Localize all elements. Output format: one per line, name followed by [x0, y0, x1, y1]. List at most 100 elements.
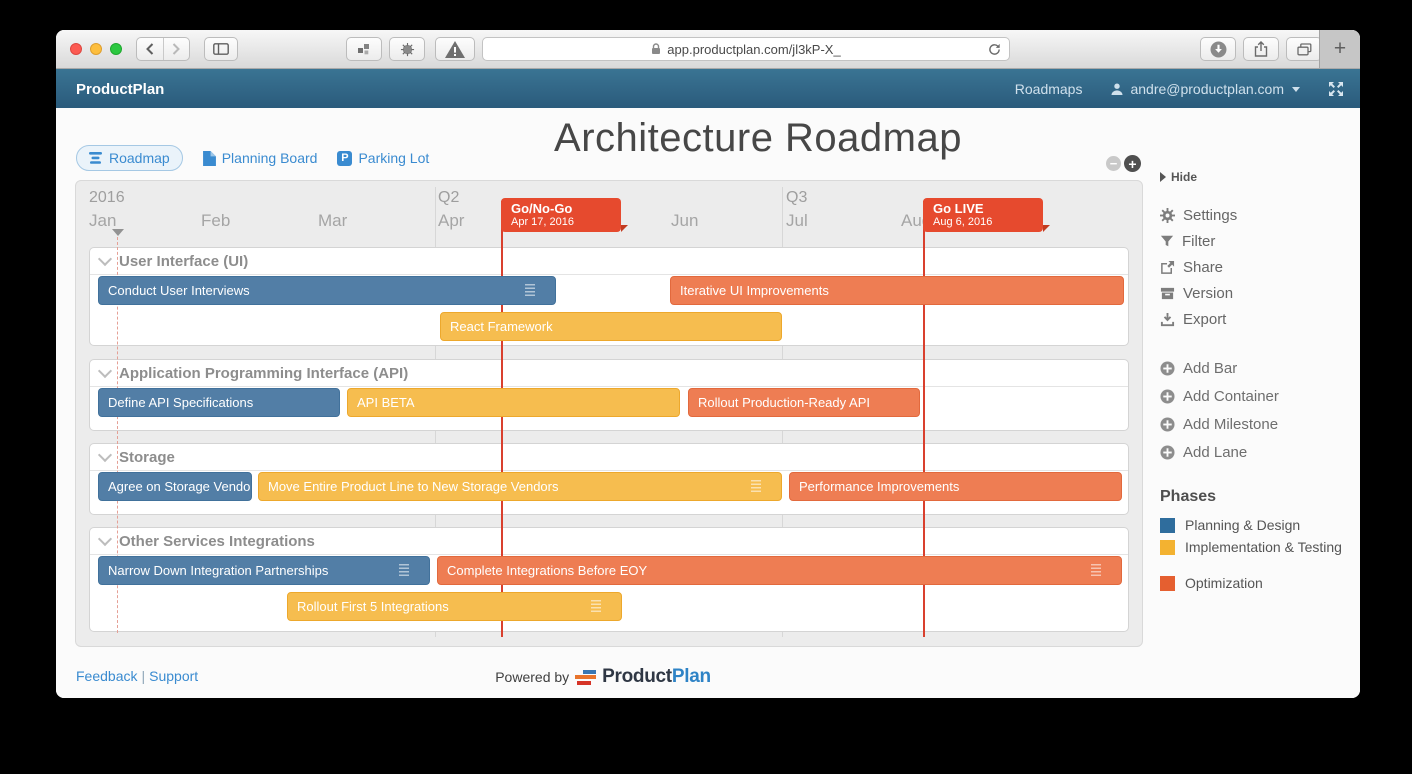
roadmap-bar[interactable]: Narrow Down Integration Partnerships	[98, 556, 430, 585]
fullscreen-button[interactable]	[1328, 81, 1344, 97]
tabs-icon	[1297, 43, 1312, 56]
sidebar-item-label: Export	[1183, 311, 1226, 328]
version-icon	[1160, 286, 1175, 301]
chevron-down-icon[interactable]	[98, 251, 112, 265]
user-menu[interactable]: andre@productplan.com	[1110, 81, 1300, 97]
sidebar-toggle-button[interactable]	[204, 37, 238, 61]
sidebar-item-add-lane[interactable]: Add Lane	[1160, 438, 1279, 466]
plus-circle-icon	[1160, 445, 1175, 460]
lane-title: Other Services Integrations	[119, 533, 315, 550]
sidebar-item-add-container[interactable]: Add Container	[1160, 382, 1279, 410]
bug-icon	[400, 42, 415, 57]
window-controls	[70, 43, 122, 55]
share-page-button[interactable]	[1243, 37, 1279, 61]
expand-arrows-icon	[1328, 81, 1344, 97]
brand-logo[interactable]: ProductPlan	[76, 81, 164, 98]
sidebar-item-label: Version	[1183, 285, 1233, 302]
page-title: Architecture Roadmap	[493, 116, 1023, 161]
roadmap-bar[interactable]: Iterative UI Improvements	[670, 276, 1124, 305]
today-marker-icon	[112, 229, 124, 236]
roadmap-bar[interactable]: Rollout Production-Ready API	[688, 388, 920, 417]
view-tabs: Roadmap Planning Board P Parking Lot	[76, 145, 429, 171]
sidebar-item-filter[interactable]: Filter	[1160, 228, 1237, 254]
drag-grip-icon[interactable]	[591, 600, 601, 613]
sidebar-item-label: Add Lane	[1183, 444, 1247, 461]
lane: Application Programming Interface (API) D…	[89, 359, 1129, 431]
productplan-wordmark: ProductPlan	[602, 666, 711, 688]
nav-roadmaps-link[interactable]: Roadmaps	[1015, 81, 1083, 97]
drag-grip-icon[interactable]	[1091, 564, 1101, 577]
lock-icon	[651, 43, 661, 55]
forward-button[interactable]	[164, 38, 190, 60]
planning-board-icon	[203, 151, 216, 166]
back-button[interactable]	[137, 38, 164, 60]
roadmap-icon	[89, 152, 103, 164]
lane: Other Services Integrations Narrow Down I…	[89, 527, 1129, 632]
milestone-flag[interactable]: Go LIVEAug 6, 2016	[923, 198, 1043, 232]
powered-by[interactable]: Powered by ProductPlan	[56, 666, 1150, 688]
zoom-window-button[interactable]	[110, 43, 122, 55]
downloads-button[interactable]	[1200, 37, 1236, 61]
minimize-window-button[interactable]	[90, 43, 102, 55]
roadmap-bar[interactable]: React Framework	[440, 312, 782, 341]
milestone-date: Aug 6, 2016	[933, 216, 1033, 229]
legend-item: Implementation & Testing	[1160, 536, 1342, 558]
drag-grip-icon[interactable]	[525, 284, 535, 297]
gear-icon	[1160, 208, 1175, 223]
roadmap-bar[interactable]: Conduct User Interviews	[98, 276, 556, 305]
sidebar-item-share[interactable]: Share	[1160, 254, 1237, 280]
parking-lot-icon: P	[337, 151, 352, 166]
sidebar-item-version[interactable]: Version	[1160, 280, 1237, 306]
extension-warning-button[interactable]	[435, 37, 475, 61]
legend-swatch	[1160, 540, 1175, 555]
zoom-in-button[interactable]: +	[1124, 155, 1141, 172]
phases-title: Phases	[1160, 488, 1342, 506]
roadmap-bar[interactable]: Move Entire Product Line to New Storage …	[258, 472, 782, 501]
drag-grip-icon[interactable]	[751, 480, 761, 493]
milestone-flag[interactable]: Go/No-GoApr 17, 2016	[501, 198, 621, 232]
history-nav-buttons	[136, 37, 190, 61]
reload-button[interactable]	[988, 43, 1001, 56]
roadmap-bar[interactable]: Rollout First 5 Integrations	[287, 592, 622, 621]
quarter-label: Q2	[438, 189, 459, 207]
chevron-down-icon[interactable]	[98, 531, 112, 545]
sidebar-item-add-bar[interactable]: Add Bar	[1160, 354, 1279, 382]
chevron-down-icon[interactable]	[98, 363, 112, 377]
roadmap-bar[interactable]: Performance Improvements	[789, 472, 1122, 501]
tab-roadmap[interactable]: Roadmap	[76, 145, 183, 171]
chevron-down-icon[interactable]	[98, 447, 112, 461]
tab-overview-button[interactable]	[1286, 37, 1322, 61]
new-tab-button[interactable]: +	[1319, 30, 1360, 68]
lane-header: Other Services Integrations	[90, 528, 1128, 555]
tab-planning-board[interactable]: Planning Board	[203, 150, 318, 166]
sidebar-item-add-milestone[interactable]: Add Milestone	[1160, 410, 1279, 438]
extension-squares-button[interactable]	[346, 37, 382, 61]
roadmap-bar[interactable]: Agree on Storage Vendo	[98, 472, 252, 501]
legend-item: Planning & Design	[1160, 514, 1342, 536]
lane-title: Application Programming Interface (API)	[119, 365, 408, 382]
month-label: Mar	[318, 211, 347, 231]
drag-grip-icon[interactable]	[399, 564, 409, 577]
roadmap-bar[interactable]: Define API Specifications	[98, 388, 340, 417]
sidebar-item-export[interactable]: Export	[1160, 306, 1237, 332]
sidebar-item-settings[interactable]: Settings	[1160, 202, 1237, 228]
lane: User Interface (UI)Conduct User Intervie…	[89, 247, 1129, 346]
month-label: Jan	[89, 211, 116, 231]
zoom-out-button[interactable]: −	[1106, 156, 1121, 171]
app-nav: ProductPlan Roadmaps andre@productplan.c…	[56, 69, 1360, 109]
tab-parking-lot[interactable]: P Parking Lot	[337, 150, 429, 166]
legend-label: Optimization	[1185, 575, 1263, 591]
sidebar-item-label: Settings	[1183, 207, 1237, 224]
warning-icon	[445, 41, 465, 58]
roadmap-bar[interactable]: API BETA	[347, 388, 680, 417]
lane-title: Storage	[119, 449, 175, 466]
close-window-button[interactable]	[70, 43, 82, 55]
legend-swatch	[1160, 576, 1175, 591]
extension-bug-button[interactable]	[389, 37, 425, 61]
address-bar[interactable]: app.productplan.com/jl3kP-X_	[482, 37, 1010, 61]
roadmap-bar[interactable]: Complete Integrations Before EOY	[437, 556, 1122, 585]
share-icon	[1254, 41, 1268, 57]
hide-sidebar-toggle[interactable]: Hide	[1160, 170, 1197, 184]
milestone-title: Go LIVE	[933, 201, 1033, 216]
lane-header: Storage	[90, 444, 1128, 471]
